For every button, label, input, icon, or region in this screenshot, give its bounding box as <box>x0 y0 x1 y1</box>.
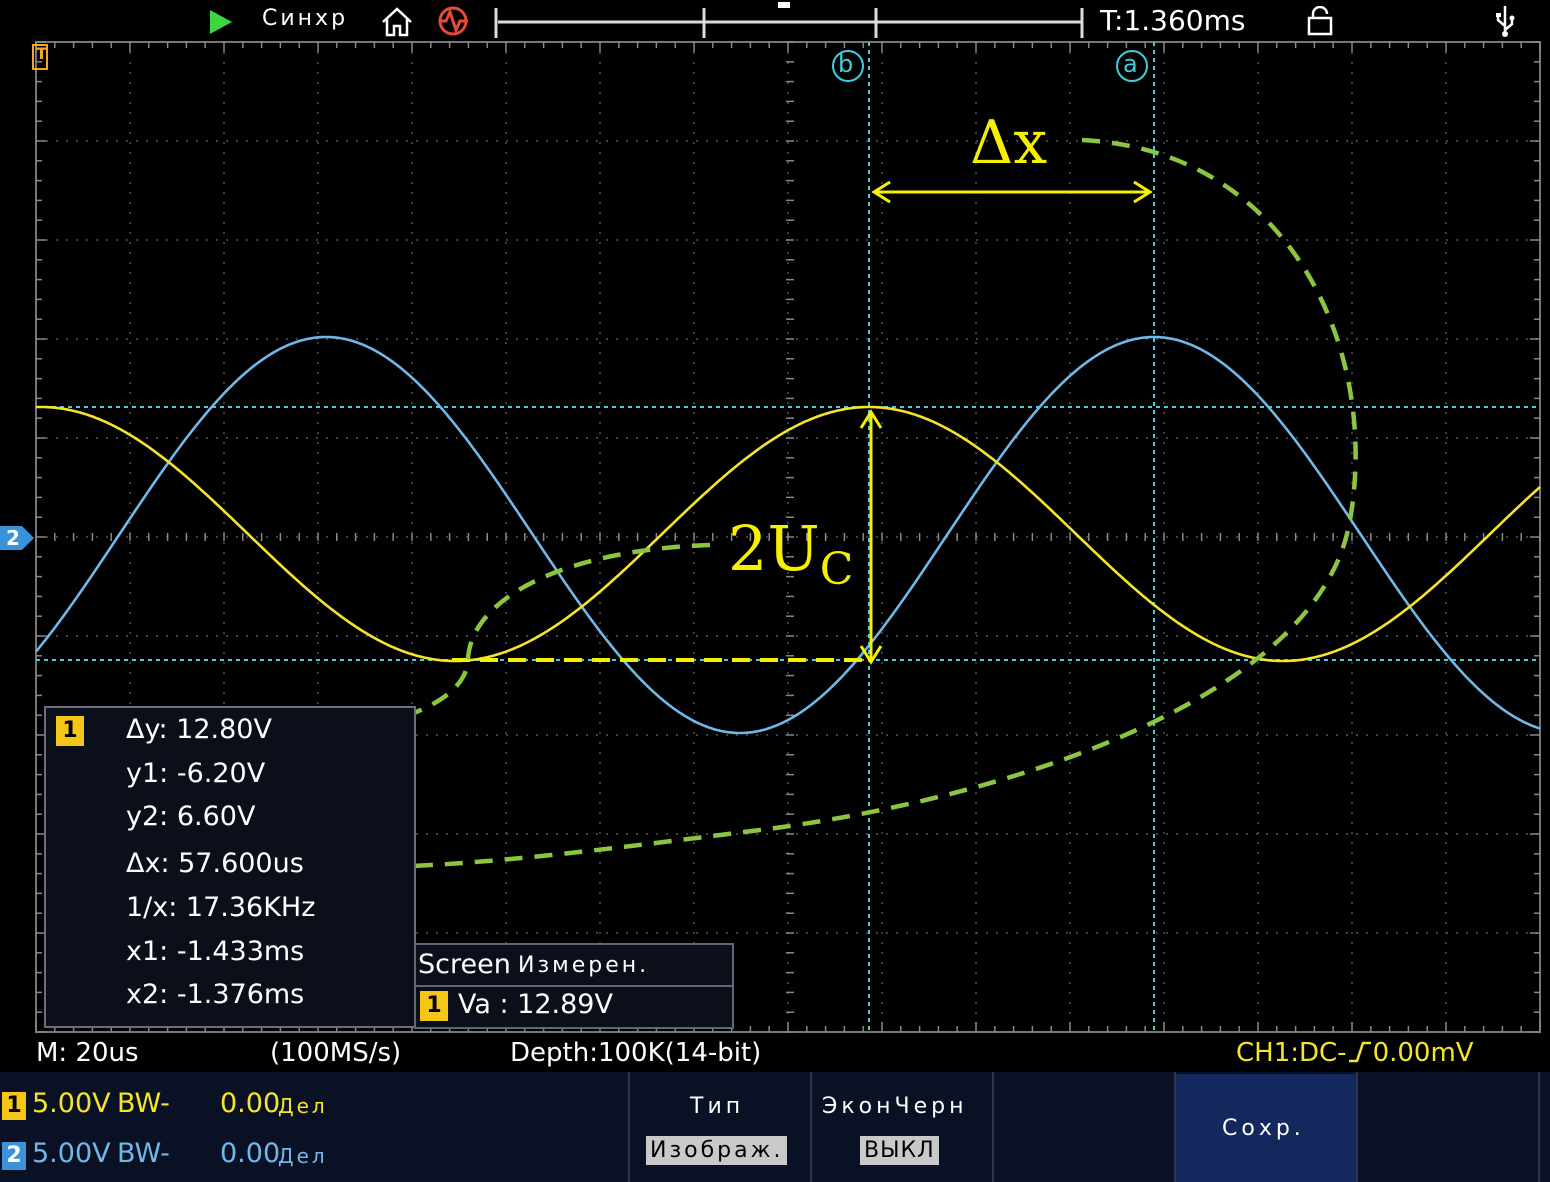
cursor-readout-channel: 1 <box>56 716 84 746</box>
ch1-offset-unit: Дел <box>278 1094 328 1118</box>
measurement-channel: 1 <box>420 991 448 1021</box>
menu-type-label: Тип <box>690 1094 745 1119</box>
save-button[interactable]: Сохр. <box>1176 1074 1356 1182</box>
ch1-offset: 0.00 <box>220 1088 281 1119</box>
ch2-offset: 0.00 <box>220 1138 281 1169</box>
ch1-bandwidth: BW- <box>117 1088 170 1119</box>
timebase-scale[interactable]: M: 20us <box>36 1038 139 1068</box>
ch1-scale: 5.00V <box>32 1088 111 1119</box>
ch1-badge: 1 <box>2 1092 26 1120</box>
inverse-x-value: 1/x: 17.36KHz <box>126 892 316 923</box>
ch2-badge: 2 <box>2 1142 26 1170</box>
menu-eco-value: ВЫКЛ <box>860 1136 939 1165</box>
cursor-b-label: b <box>838 50 854 78</box>
trigger-marker-label: T <box>36 44 47 63</box>
delta-x-annotation: Δx <box>970 108 1048 178</box>
ch2-offset-unit: Дел <box>278 1144 328 1168</box>
delta-y-value: Δy: 12.80V <box>126 714 272 745</box>
ch1-settings[interactable]: 1 5.00V BW- 0.00 Дел <box>0 1088 620 1124</box>
menu-type-value: Изображ. <box>646 1136 788 1165</box>
two-uc-annotation: 2UC <box>728 512 854 595</box>
trigger-setting[interactable]: CH1:DC- 0.00mV <box>1236 1038 1474 1068</box>
measurement-panel[interactable]: Screen Измерен. 1 Va : 12.89V <box>414 943 734 1029</box>
measurement-source: Screen <box>418 949 511 980</box>
measurement-title: Измерен. <box>518 953 650 978</box>
ch2-bandwidth: BW- <box>117 1138 170 1169</box>
dx-connector <box>351 137 1358 871</box>
y2-value: y2: 6.60V <box>126 801 256 832</box>
annotation-overlay <box>312 137 1358 878</box>
memory-depth[interactable]: Depth:100K(14-bit) <box>510 1038 761 1068</box>
dy-connector <box>329 542 711 735</box>
x1-value: x1: -1.433ms <box>126 936 305 967</box>
cursor-readout-panel[interactable]: 1 Δy: 12.80V y1: -6.20V y2: 6.60V Δx: 57… <box>44 706 416 1028</box>
ch2-settings[interactable]: 2 5.00V BW- 0.00 Дел <box>0 1138 620 1174</box>
menu-eco-button[interactable]: ЭконЧерн ВЫКЛ <box>812 1074 992 1182</box>
cursor-a-label: a <box>1123 50 1138 78</box>
ch2-offset-label: 2 <box>6 526 20 550</box>
rising-edge-icon <box>1348 1041 1371 1063</box>
measurement-header: Screen Измерен. <box>416 945 732 987</box>
x2-value: x2: -1.376ms <box>126 979 305 1010</box>
delta-x-value: Δx: 57.600us <box>126 848 304 879</box>
ch2-scale: 5.00V <box>32 1138 111 1169</box>
menu-eco-label: ЭконЧерн <box>822 1094 968 1119</box>
sample-rate: (100MS/s) <box>270 1038 402 1068</box>
trigger-marker[interactable]: T <box>32 44 48 70</box>
y1-value: y1: -6.20V <box>126 758 266 789</box>
measurement-value: Va : 12.89V <box>458 989 613 1020</box>
save-button-label: Сохр. <box>1222 1116 1305 1141</box>
menu-type-button[interactable]: Тип Изображ. <box>630 1074 810 1182</box>
